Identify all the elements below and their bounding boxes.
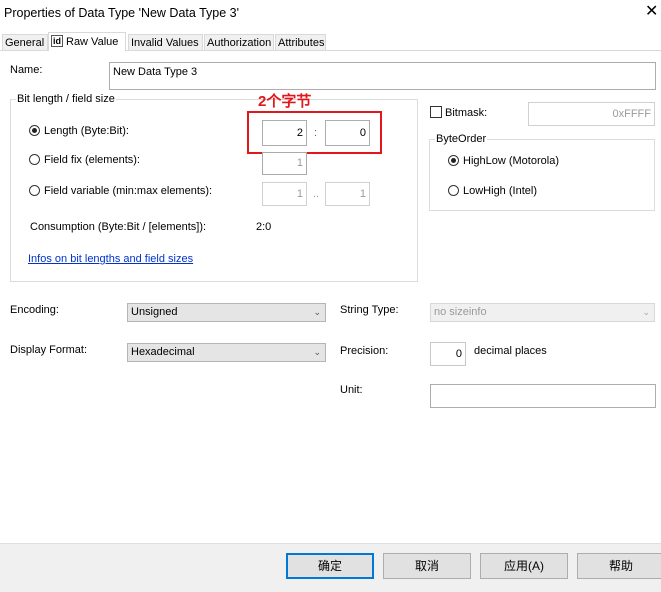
encoding-label: Encoding: [10,304,59,316]
field-variable-separator: .. [313,188,320,200]
tab-authorization-label: Authorization [207,37,272,49]
bitmask-input[interactable]: 0xFFFF [528,102,655,126]
string-type-value: no sizeinfo [434,306,487,318]
field-fix-label: Field fix (elements): [44,154,140,166]
bitmask-checkbox[interactable] [430,106,442,118]
precision-input[interactable]: 0 [430,342,466,366]
highlow-radio[interactable] [448,155,459,166]
close-icon[interactable]: ✕ [645,4,658,20]
chevron-down-icon: ⌄ [313,307,321,317]
length-byte-input[interactable]: 2 [262,120,307,146]
field-variable-label: Field variable (min:max elements): [44,185,213,197]
bitlength-info-link[interactable]: Infos on bit lengths and field sizes [28,253,193,265]
byteorder-group [429,139,655,211]
window-title: Properties of Data Type 'New Data Type 3… [4,6,239,20]
tab-raw-value[interactable]: id Raw Value [48,32,126,51]
name-label: Name: [10,64,43,76]
string-type-label: String Type: [340,304,399,316]
lowhigh-radio[interactable] [448,185,459,196]
field-fix-radio[interactable] [29,154,40,165]
length-bit-input[interactable]: 0 [325,120,370,146]
length-radio[interactable] [29,125,40,136]
lowhigh-label: LowHigh (Intel) [463,185,537,197]
tab-authorization[interactable]: Authorization [204,34,274,50]
bitlength-group-title: Bit length / field size [16,93,116,105]
string-type-select[interactable]: no sizeinfo ⌄ [430,303,655,322]
tab-attributes[interactable]: Attributes [275,34,326,50]
field-fix-input[interactable]: 1 [262,152,307,175]
precision-suffix: decimal places [474,345,547,357]
annotation-text: 2个字节 [258,93,312,110]
name-field[interactable]: New Data Type 3 [109,62,656,90]
help-button[interactable]: 帮助 [577,553,661,579]
tab-general[interactable]: General [2,34,48,50]
length-label: Length (Byte:Bit): [44,125,129,137]
length-separator: : [314,127,318,139]
display-format-label: Display Format: [10,344,88,356]
byteorder-group-title: ByteOrder [435,133,488,145]
apply-button[interactable]: 应用(A) [480,553,568,579]
display-format-value: Hexadecimal [131,346,195,358]
field-variable-radio[interactable] [29,185,40,196]
tab-invalid-values[interactable]: Invalid Values [128,34,203,50]
field-variable-min-input[interactable]: 1 [262,182,307,206]
unit-input[interactable] [430,384,656,408]
tab-general-label: General [5,37,45,49]
encoding-select[interactable]: Unsigned ⌄ [127,303,326,322]
bitmask-label: Bitmask: [445,107,488,119]
consumption-label: Consumption (Byte:Bit / [elements]): [30,221,207,233]
display-format-select[interactable]: Hexadecimal ⌄ [127,343,326,362]
cancel-button[interactable]: 取消 [383,553,471,579]
tab-invalid-values-label: Invalid Values [131,37,199,49]
unit-label: Unit: [340,384,363,396]
tab-attributes-label: Attributes [278,37,325,49]
chevron-down-icon: ⌄ [642,307,650,317]
ok-button[interactable]: 确定 [286,553,374,579]
consumption-value: 2:0 [256,221,272,233]
precision-label: Precision: [340,345,389,357]
tab-raw-value-label: Raw Value [66,36,119,48]
id-badge-icon: id [51,35,63,48]
encoding-value: Unsigned [131,306,178,318]
field-variable-max-input[interactable]: 1 [325,182,370,206]
highlow-label: HighLow (Motorola) [463,155,559,167]
chevron-down-icon: ⌄ [313,347,321,357]
